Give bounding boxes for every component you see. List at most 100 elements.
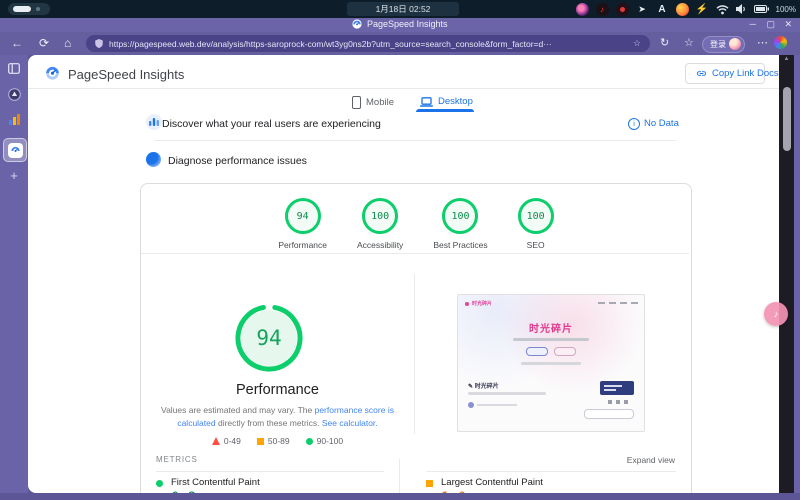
page-title: PageSpeed Insights <box>68 67 184 82</box>
legend-range: 90-100 <box>317 436 343 446</box>
legend-range: 0-49 <box>224 436 241 446</box>
pagespeed-sidebar-icon <box>8 143 23 158</box>
sidebar-tab-pagespeed[interactable] <box>3 138 27 162</box>
sidebar-analytics-icon[interactable] <box>7 113 21 125</box>
fail-triangle-icon <box>212 437 220 445</box>
url-bar[interactable]: https://pagespeed.web.dev/analysis/https… <box>86 35 650 52</box>
no-data-link[interactable]: No Data <box>644 118 679 129</box>
thumb-logo-dot <box>465 302 469 306</box>
score-seo[interactable]: 100 SEO <box>518 198 554 250</box>
score-accessibility[interactable]: 100 Accessibility <box>357 198 403 250</box>
pagespeed-logo-icon <box>44 64 61 81</box>
letter-a-app-icon[interactable]: A <box>656 3 669 16</box>
score-label: SEO <box>527 240 545 250</box>
wifi-icon[interactable] <box>716 4 729 15</box>
url-text[interactable]: https://pagespeed.web.dev/analysis/https… <box>109 39 627 49</box>
section-divider <box>155 140 676 141</box>
thumb-nav <box>598 302 638 304</box>
score-label: Performance <box>278 240 327 250</box>
workspace-dot <box>36 7 40 11</box>
desktop-laptop-icon <box>420 97 433 107</box>
legend-pass: 90-100 <box>306 436 343 446</box>
tab-title-text: PageSpeed Insights <box>367 19 448 29</box>
browser-app-icon[interactable] <box>676 3 689 16</box>
avatar <box>729 38 741 50</box>
score-legend: 0-49 50-89 90-100 <box>141 436 414 446</box>
maximize-button[interactable]: ▢ <box>766 19 775 30</box>
window-right-border <box>794 55 800 493</box>
thumb-buttons <box>458 347 644 356</box>
bookmark-star-icon[interactable]: ☆ <box>633 38 641 49</box>
sidebar-extension-icon[interactable] <box>7 88 21 101</box>
score-best-practices[interactable]: 100 Best Practices <box>433 198 487 250</box>
score-ring: 100 <box>518 198 554 234</box>
gauge-value: 94 <box>233 302 305 374</box>
scrollbar-up-arrow[interactable]: ▲ <box>779 56 794 62</box>
pass-circle-icon <box>306 438 313 445</box>
score-summary: 94 Performance 100 Accessibility 100 Bes… <box>141 198 691 250</box>
gauge-description: Values are estimated and may vary. The p… <box>157 404 398 430</box>
tab-mobile-label: Mobile <box>366 97 394 108</box>
score-performance[interactable]: 94 Performance <box>278 198 327 250</box>
average-square-icon <box>257 438 264 445</box>
page-screenshot-thumbnail[interactable]: 时光碎片 时光碎片 ✎ 时光碎片 <box>457 294 645 432</box>
metric-fcp-value: 0.3 s <box>171 490 213 493</box>
header-divider <box>28 88 779 89</box>
tab-desktop-label: Desktop <box>438 96 473 107</box>
fcp-pass-icon <box>156 480 163 487</box>
mobile-phone-icon <box>352 96 361 109</box>
home-icon[interactable]: ⌂ <box>64 36 71 50</box>
copy-link-button[interactable]: Copy Link <box>685 63 765 84</box>
browser-tab[interactable]: PageSpeed Insights <box>352 19 448 29</box>
thumb-section-text: 时光碎片 <box>475 384 499 390</box>
window-bottom-border <box>0 493 800 500</box>
colorwheel-extension-icon[interactable] <box>774 36 787 49</box>
battery-percent: 100% <box>776 5 796 14</box>
docs-link[interactable]: Docs <box>757 68 779 79</box>
page-content: PageSpeed Insights Copy Link Docs Mobile… <box>28 55 779 493</box>
thumb-brand-text: 时光碎片 <box>472 300 492 307</box>
power-mode-icon[interactable]: ⚡ <box>696 3 709 16</box>
thumb-brand: 时光碎片 <box>465 300 492 307</box>
active-tab-underline <box>416 109 474 112</box>
info-icon[interactable]: i <box>628 118 640 130</box>
copy-link-label: Copy Link <box>712 68 754 79</box>
extension-star-icon[interactable]: ☆ <box>684 36 694 49</box>
clock[interactable]: 1月18日 02:52 <box>347 2 459 16</box>
shield-icon[interactable] <box>95 39 103 48</box>
tab-mobile[interactable]: Mobile <box>352 96 394 109</box>
thumb-section-title: ✎ 时光碎片 <box>468 381 499 390</box>
score-ring: 100 <box>362 198 398 234</box>
sidebar-panel-icon[interactable] <box>7 63 21 74</box>
music-app-icon[interactable] <box>576 3 589 16</box>
tab-desktop[interactable]: Desktop <box>420 96 473 107</box>
see-calculator-link[interactable]: See calculator. <box>322 418 378 428</box>
sync-icon[interactable]: ↻ <box>660 36 669 49</box>
overflow-menu-icon[interactable]: ⋯ <box>757 36 768 49</box>
report-card: 94 Performance 100 Accessibility 100 Bes… <box>140 183 692 493</box>
pagespeed-favicon <box>352 19 362 29</box>
recorder-app-icon[interactable] <box>616 3 629 16</box>
workspace-indicator[interactable] <box>8 3 50 15</box>
system-bar: 1月18日 02:52 ♪ ➤ A ⚡ 100% <box>0 0 800 18</box>
login-account-button[interactable]: 登录 <box>702 36 745 53</box>
legend-range: 50-89 <box>268 436 290 446</box>
metrics-rule <box>426 471 676 472</box>
metrics-column-divider <box>399 459 400 493</box>
battery-icon[interactable] <box>754 5 769 13</box>
metrics-heading: METRICS <box>156 455 198 464</box>
desc-text: directly from these metrics. <box>216 418 322 428</box>
volume-icon[interactable] <box>736 4 747 14</box>
close-button[interactable]: ✕ <box>784 19 792 30</box>
telegram-icon[interactable]: ➤ <box>636 3 649 16</box>
expand-view-button[interactable]: Expand view <box>627 455 675 465</box>
thumb-text-bar <box>521 362 581 365</box>
minimize-button[interactable]: ─ <box>750 19 756 29</box>
reload-icon[interactable]: ⟳ <box>39 36 49 50</box>
scrollbar-thumb[interactable] <box>783 87 791 151</box>
new-tab-plus-icon[interactable]: + <box>0 168 28 183</box>
media-app-icon[interactable]: ♪ <box>596 3 609 16</box>
floating-widget[interactable]: ♪ <box>764 302 788 326</box>
back-icon[interactable]: ← <box>11 36 23 50</box>
card-vertical-divider <box>414 274 415 434</box>
